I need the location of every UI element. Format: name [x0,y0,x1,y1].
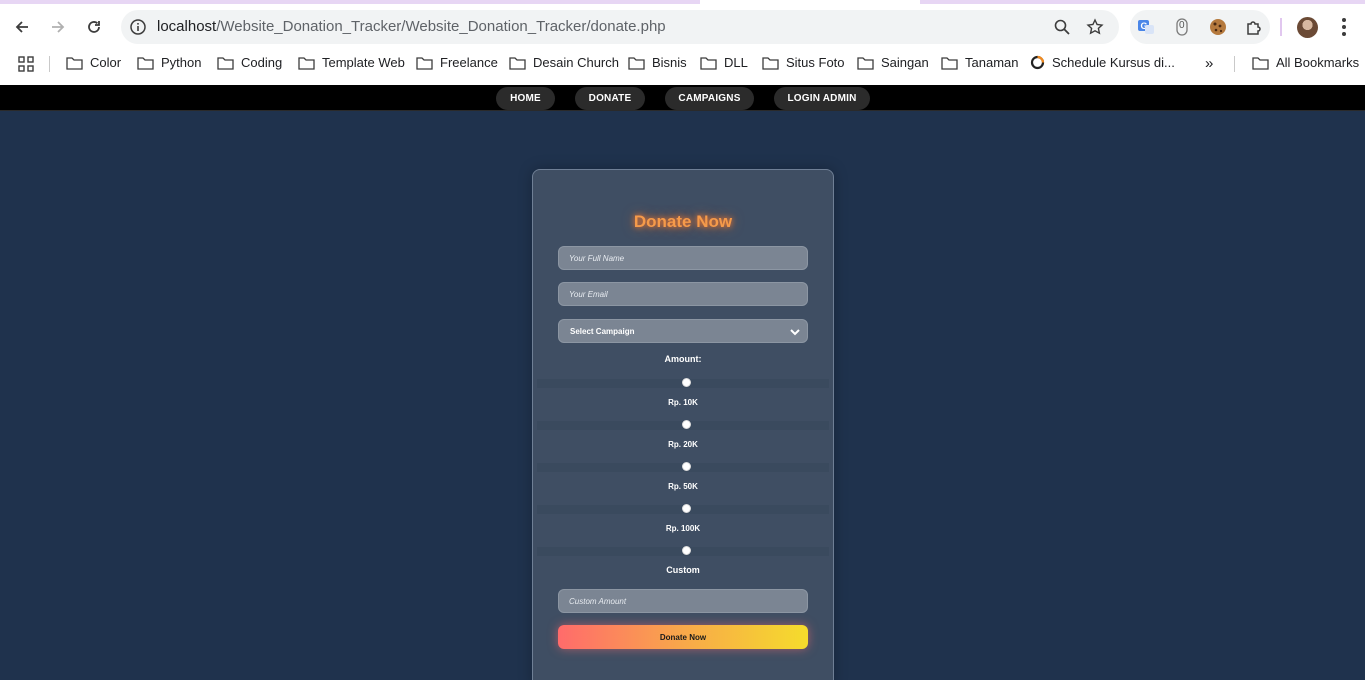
bookmark-divider [1234,56,1235,72]
chevron-down-icon [790,329,800,336]
bookmark-coding[interactable]: Coding [217,55,282,70]
amount-radio-20k[interactable] [682,420,691,429]
donation-form-card: Donate Now Your Full Name Your Email Sel… [532,169,834,680]
bookmark-label: Desain Church [533,55,619,70]
amount-option-row [537,504,829,514]
nav-login-admin[interactable]: LOGIN ADMIN [774,87,870,110]
bookmark-template-web[interactable]: Template Web [298,55,405,70]
site-navbar: HOME DONATE CAMPAIGNS LOGIN ADMIN [0,85,1365,111]
campaign-select[interactable]: Select Campaign [558,319,808,343]
amount-option-label: Rp. 100K [665,524,701,533]
url-host: localhost [157,18,217,35]
bookmark-color[interactable]: Color [66,55,121,70]
bookmark-situs-foto[interactable]: Situs Foto [762,55,845,70]
bookmark-bisnis[interactable]: Bisnis [628,55,687,70]
folder-icon [298,56,315,70]
amount-option-label: Rp. 10K [668,398,698,407]
all-bookmarks-button[interactable]: All Bookmarks [1252,55,1359,70]
bookmark-label: Saingan [881,55,929,70]
bookmark-label: Python [161,55,202,70]
address-bar[interactable]: localhost/Website_Donation_Tracker/Websi… [121,10,1119,44]
amount-radio-custom[interactable] [682,546,691,555]
email-placeholder: Your Email [569,289,608,299]
amount-option-row [537,462,829,472]
bookmark-python[interactable]: Python [137,55,201,70]
folder-icon [700,56,717,70]
forward-icon[interactable] [45,14,71,40]
custom-label: Custom [666,565,700,575]
folder-icon [137,56,154,70]
browser-toolbar: localhost/Website_Donation_Tracker/Websi… [0,0,1365,85]
browser-menu-icon[interactable] [1334,16,1354,38]
folder-icon [416,56,433,70]
folder-icon [509,56,526,70]
url-text[interactable]: localhost/Website_Donation_Tracker/Websi… [157,18,666,35]
bookmark-label: Coding [241,55,283,70]
nav-home[interactable]: HOME [496,87,555,110]
folder-icon [857,56,874,70]
apps-grid-icon[interactable] [18,56,34,72]
full-name-placeholder: Your Full Name [569,253,625,263]
custom-amount-input[interactable]: Custom Amount [558,589,808,613]
amount-option-row [537,420,829,430]
amount-option-row [537,378,829,388]
cookie-extension-icon[interactable] [1208,17,1228,37]
donate-submit-button[interactable]: Donate Now [558,625,808,649]
reload-icon[interactable] [81,14,107,40]
tab-strip [0,0,1365,4]
puzzle-extensions-icon[interactable] [1244,17,1264,37]
site-info-icon[interactable] [129,18,147,36]
site-icon [1030,55,1045,70]
bookmark-star-icon[interactable] [1086,18,1104,41]
nav-campaigns[interactable]: CAMPAIGNS [665,87,754,110]
more-bookmarks-button[interactable]: » [1205,55,1213,72]
profile-avatar[interactable] [1297,17,1318,38]
amount-radio-10k[interactable] [682,378,691,387]
translate-extension-icon[interactable]: G [1136,17,1156,37]
bookmark-divider [49,56,50,72]
bookmark-label: Bisnis [652,55,687,70]
amount-radio-50k[interactable] [682,462,691,471]
all-bookmarks-label: All Bookmarks [1276,55,1360,70]
bookmark-label: Color [90,55,122,70]
toolbar-divider [1280,18,1282,36]
zoom-icon[interactable] [1053,18,1071,41]
amount-option-label: Rp. 50K [668,482,698,491]
folder-icon [941,56,958,70]
bookmark-label: Freelance [440,55,498,70]
bookmark-label: Situs Foto [786,55,845,70]
campaign-select-value: Select Campaign [570,326,635,336]
bookmark-dll[interactable]: DLL [700,55,748,70]
nav-donate[interactable]: DONATE [575,87,645,110]
bookmark-label: Tanaman [965,55,1019,70]
folder-icon [762,56,779,70]
chevron-double-right-icon: » [1205,55,1214,72]
bookmarks-bar: Color Python Coding Template Web Freelan… [0,50,1365,78]
back-icon[interactable] [9,14,35,40]
url-path: /Website_Donation_Tracker/Website_Donati… [216,18,666,35]
full-name-input[interactable]: Your Full Name [558,246,808,270]
form-title: Donate Now [633,212,733,231]
folder-icon [628,56,645,70]
amount-label: Amount: [664,354,702,364]
bookmark-tanaman[interactable]: Tanaman [941,55,1018,70]
extension-count: 0 [1179,20,1185,31]
folder-icon [217,56,234,70]
bookmark-saingan[interactable]: Saingan [857,55,929,70]
folder-icon [66,56,83,70]
bookmark-label: Template Web [322,55,405,70]
bookmark-schedule-kursus[interactable]: Schedule Kursus di... [1030,55,1175,70]
bookmark-label: DLL [724,55,748,70]
bookmark-freelance[interactable]: Freelance [416,55,498,70]
bookmark-label: Schedule Kursus di... [1052,55,1175,70]
email-input[interactable]: Your Email [558,282,808,306]
folder-icon [1252,56,1269,70]
bookmark-desain-church[interactable]: Desain Church [509,55,619,70]
amount-radio-100k[interactable] [682,504,691,513]
amount-option-row [537,546,829,556]
amount-option-label: Rp. 20K [668,440,698,449]
custom-amount-placeholder: Custom Amount [569,596,627,606]
